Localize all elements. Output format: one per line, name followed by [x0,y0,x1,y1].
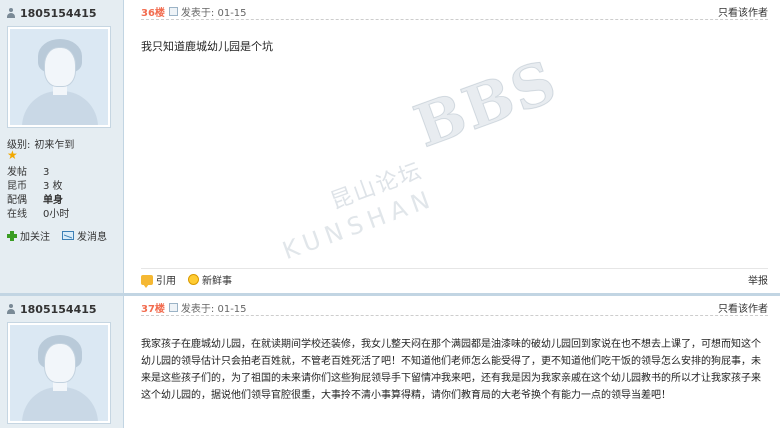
user-icon [6,8,16,18]
quote-button[interactable]: 引用 [141,272,176,288]
follow-label[interactable]: 加关注 [20,228,50,243]
post-body: 37楼 发表于: 01-15 只看该作者 我家孩子在鹿城幼儿园，在就读期间学校还… [125,296,780,428]
send-message-button[interactable]: 发消息 [62,228,107,243]
avatar-image [10,325,108,421]
post-header: 37楼 发表于: 01-15 只看该作者 [141,300,768,316]
post-header: 36楼 发表于: 01-15 只看该作者 [141,4,768,20]
author-username[interactable]: 1805154415 [20,303,97,316]
author-sidebar: 1805154415 [0,296,124,428]
fresh-news-button[interactable]: 新鲜事 [188,272,232,287]
author-sidebar: 1805154415 级别: 初来乍到 ★ 发帖 3 昆币 3 枚 配偶 单身 在线 0小… [0,0,124,293]
level-value: 初来乍到 [34,140,75,151]
post-icon [168,7,178,16]
author-actions: 加关注 发消息 [7,228,107,243]
fresh-news-icon [188,274,199,285]
author-name[interactable]: 1805154415 [6,302,97,316]
only-author-link[interactable]: 只看该作者 [718,4,768,19]
post-36: 1805154415 级别: 初来乍到 ★ 发帖 3 昆币 3 枚 配偶 单身 在线 0小… [0,0,780,293]
message-icon [62,231,74,240]
user-stats: 发帖 3 昆币 3 枚 配偶 单身 在线 0小时 [7,166,69,222]
user-icon [6,304,16,314]
post-37: 1805154415 37楼 发表于: 01-15 只看该作者 我家孩子在鹿城幼… [0,296,780,428]
author-name[interactable]: 1805154415 [6,6,97,20]
plus-icon [7,230,17,241]
post-content: 我家孩子在鹿城幼儿园，在就读期间学校还装修，我女儿整天闷在那个满园都是油漆味的破… [141,339,761,401]
only-author-link[interactable]: 只看该作者 [718,300,768,315]
avatar[interactable] [7,322,111,424]
author-username[interactable]: 1805154415 [20,7,97,20]
follow-button[interactable]: 加关注 [7,228,50,243]
stat-row-posts: 发帖 3 [7,167,50,178]
post-footer: 引用 新鲜事 举报 [141,268,768,288]
post-content: 我只知道鹿城幼儿园是个坑 [141,40,273,53]
floor-number: 37楼 [141,304,165,315]
post-icon [168,303,178,312]
report-button[interactable]: 举报 [748,272,768,287]
avatar-image [10,29,108,125]
message-label[interactable]: 发消息 [77,228,107,243]
stat-row-spouse: 配偶 单身 [7,195,63,206]
fresh-news-label[interactable]: 新鲜事 [202,272,232,287]
avatar[interactable] [7,26,111,128]
post-date: 发表于: 01-15 [180,304,247,315]
star-icon: ★ [7,148,18,162]
floor-number: 36楼 [141,8,165,19]
post-date: 发表于: 01-15 [180,8,247,19]
post-body: 36楼 发表于: 01-15 只看该作者 我只知道鹿城幼儿园是个坑 引用 新鲜事… [125,0,780,293]
stat-row-coins: 昆币 3 枚 [7,181,63,192]
quote-icon [141,274,153,288]
stat-row-online: 在线 0小时 [7,209,70,220]
quote-label[interactable]: 引用 [156,272,176,287]
